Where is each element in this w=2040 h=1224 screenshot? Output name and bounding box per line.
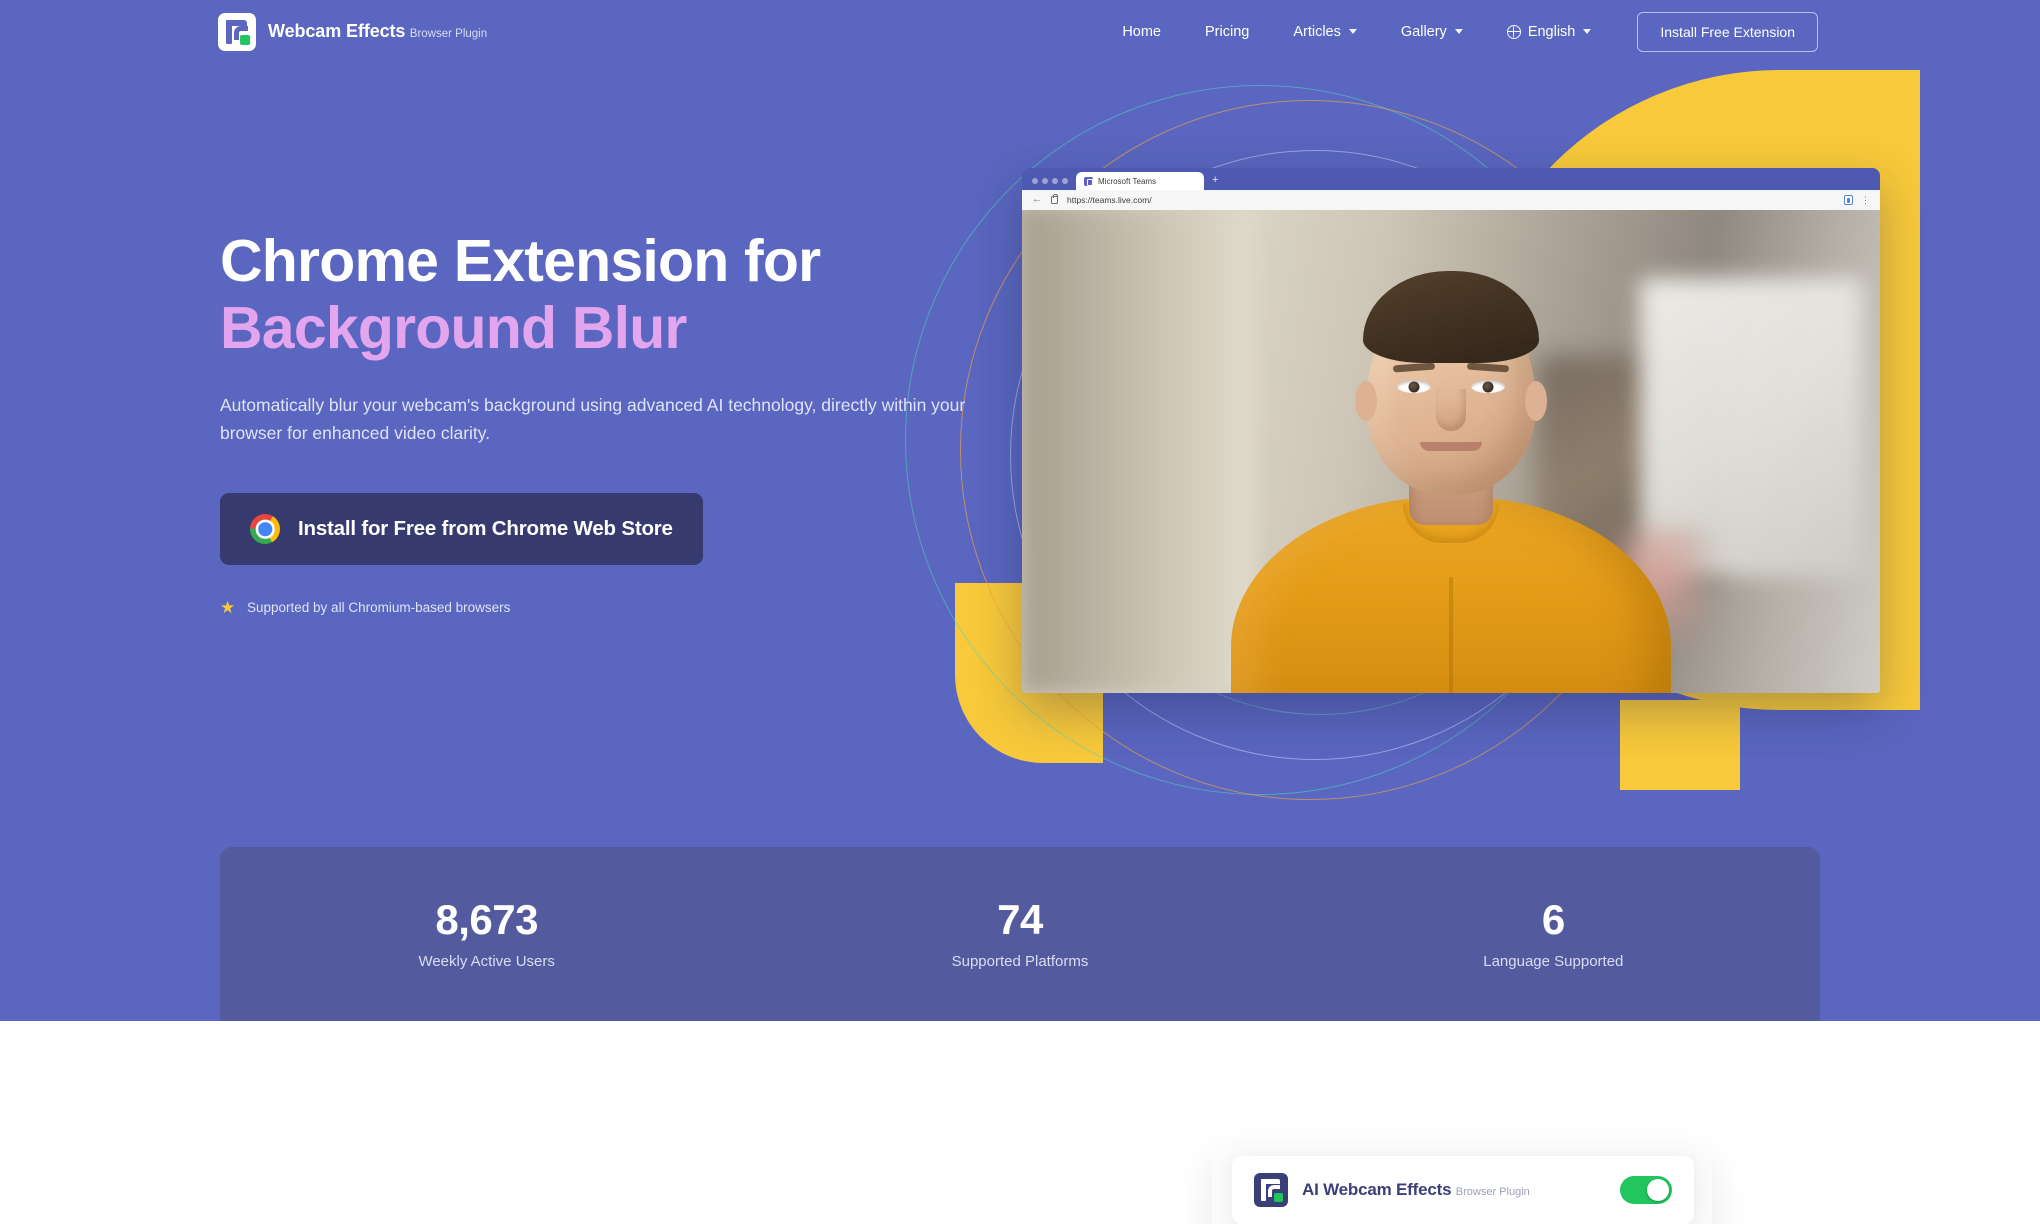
stat-supported-platforms: 74 Supported Platforms: [753, 896, 1286, 970]
brand-logo[interactable]: Webcam Effects Browser Plugin: [218, 12, 488, 51]
stat-value: 74: [997, 896, 1043, 944]
hero-copy: Chrome Extension for Background Blur Aut…: [220, 228, 1020, 616]
stat-weekly-active-users: 8,673 Weekly Active Users: [220, 896, 753, 970]
plugin-card-subtitle: Browser Plugin: [1455, 1185, 1530, 1198]
browser-url-text[interactable]: https://teams.live.com/: [1067, 195, 1152, 205]
install-chrome-web-store-button[interactable]: Install for Free from Chrome Web Store: [220, 493, 703, 566]
nav-item-home[interactable]: Home: [1100, 16, 1183, 48]
decorative-yellow-shape-bottom-right: [1620, 700, 1740, 790]
chrome-logo-icon: [250, 514, 280, 545]
webcam-effects-logo-icon: [1254, 1173, 1288, 1207]
webcam-video-viewport: [1022, 210, 1880, 693]
landing-page: Microsoft Teams + ← https://teams.live.c…: [0, 0, 2040, 1224]
kebab-menu-icon[interactable]: ⋮: [1861, 196, 1870, 205]
webcam-subject: [1022, 210, 1880, 693]
hero-subhead: Automatically blur your webcam's backgro…: [220, 394, 966, 443]
language-selector-label: English: [1527, 23, 1576, 40]
brand-name: Webcam Effects: [268, 20, 406, 41]
nav-links-group: Home Pricing Articles Gallery English In…: [1100, 11, 1818, 52]
new-tab-button[interactable]: +: [1206, 175, 1224, 190]
plugin-toggle-card: AI Webcam Effects Browser Plugin: [1232, 1156, 1694, 1224]
browser-tab[interactable]: Microsoft Teams: [1076, 172, 1204, 190]
hero-section: Microsoft Teams + ← https://teams.live.c…: [0, 0, 2040, 1021]
stat-label: Weekly Active Users: [418, 952, 555, 970]
subject-eye-right: [1471, 380, 1505, 393]
back-arrow-icon[interactable]: ←: [1032, 195, 1042, 205]
language-selector[interactable]: English: [1485, 16, 1614, 48]
webcam-effects-logo-icon: [218, 12, 256, 51]
headline-line-2: Background Blur: [220, 295, 687, 362]
subject-eye-left: [1397, 380, 1431, 393]
subject-ear-right: [1525, 381, 1547, 421]
extension-puzzle-icon[interactable]: [1844, 195, 1853, 205]
toggle-knob: [1647, 1179, 1669, 1201]
browser-tab-bar: Microsoft Teams +: [1022, 168, 1880, 190]
stat-value: 6: [1541, 896, 1565, 944]
stat-label: Supported Platforms: [951, 952, 1089, 970]
browser-url-bar: ← https://teams.live.com/ ⋮: [1022, 190, 1880, 210]
nav-item-home-label: Home: [1122, 23, 1161, 40]
nav-item-pricing[interactable]: Pricing: [1183, 16, 1271, 48]
nav-item-pricing-label: Pricing: [1205, 23, 1250, 40]
stat-label: Language Supported: [1483, 952, 1624, 970]
subject-mouth: [1420, 442, 1482, 451]
brand-tagline: Browser Plugin: [409, 27, 488, 40]
headline-line-1: Chrome Extension for: [220, 228, 821, 294]
subject-shirt-placket: [1449, 577, 1453, 693]
browser-tab-title: Microsoft Teams: [1098, 176, 1157, 186]
stats-band: 8,673 Weekly Active Users 74 Supported P…: [220, 847, 1820, 1021]
stat-value: 8,673: [435, 896, 538, 944]
globe-icon: [1506, 24, 1521, 39]
subject-ear-left: [1355, 381, 1377, 421]
install-chrome-web-store-label: Install for Free from Chrome Web Store: [298, 517, 673, 541]
plugin-card-title: AI Webcam Effects: [1302, 1179, 1452, 1199]
url-bar-actions: ⋮: [1844, 195, 1870, 205]
subject-hair: [1363, 271, 1539, 363]
lock-icon: [1051, 193, 1058, 204]
nav-item-gallery[interactable]: Gallery: [1379, 16, 1485, 48]
chevron-down-icon: [1348, 29, 1357, 34]
plugin-enable-toggle[interactable]: [1620, 1176, 1672, 1204]
nav-item-articles-label: Articles: [1293, 23, 1341, 40]
chevron-down-icon: [1583, 29, 1592, 34]
stat-language-supported: 6 Language Supported: [1287, 896, 1820, 970]
window-controls: [1030, 178, 1074, 190]
subject-nose: [1436, 389, 1466, 431]
nav-item-gallery-label: Gallery: [1400, 23, 1447, 40]
microsoft-teams-icon: [1084, 176, 1093, 186]
install-free-extension-button[interactable]: Install Free Extension: [1637, 11, 1818, 52]
nav-item-articles[interactable]: Articles: [1271, 16, 1379, 48]
star-icon: ★: [220, 598, 236, 618]
features-section: [0, 1021, 2040, 1224]
support-note: ★ Supported by all Chromium-based browse…: [220, 599, 1020, 616]
main-navigation: Webcam Effects Browser Plugin Home Prici…: [0, 0, 2040, 63]
browser-mockup: Microsoft Teams + ← https://teams.live.c…: [1022, 168, 1880, 693]
chevron-down-icon: [1454, 29, 1463, 34]
support-note-text: Supported by all Chromium-based browsers: [247, 600, 511, 616]
page-title: Chrome Extension for Background Blur: [220, 228, 1020, 363]
